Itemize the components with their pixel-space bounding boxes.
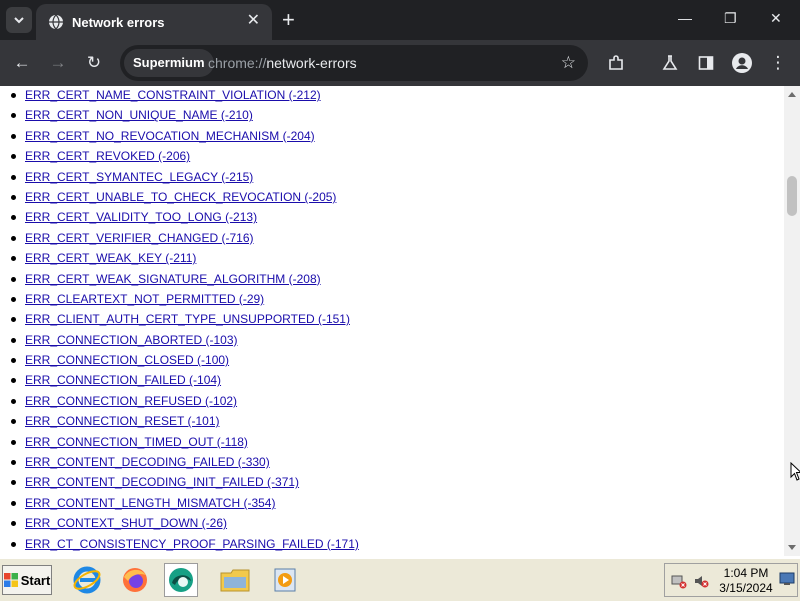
taskbar: Start 1:04 PM 3/15/2024: [0, 558, 800, 601]
media-player-icon[interactable]: [268, 563, 302, 597]
list-item: ERR_CERT_NAME_CONSTRAINT_VIOLATION (-212…: [0, 86, 784, 106]
list-item: ERR_CERT_WEAK_SIGNATURE_ALGORITHM (-208): [0, 270, 784, 290]
url-host: network-errors: [266, 55, 357, 71]
error-list: ERR_CERT_NAME_CONSTRAINT_VIOLATION (-212…: [0, 86, 784, 555]
scrollbar-thumb[interactable]: [787, 176, 797, 216]
internet-explorer-icon[interactable]: [70, 563, 104, 597]
error-link[interactable]: ERR_CONNECTION_CLOSED (-100): [25, 351, 229, 369]
list-item: ERR_CLEARTEXT_NOT_PERMITTED (-29): [0, 290, 784, 310]
site-chip[interactable]: Supermium: [124, 49, 214, 77]
globe-icon: [49, 14, 63, 30]
error-link[interactable]: ERR_CLIENT_AUTH_CERT_TYPE_UNSUPPORTED (-…: [25, 310, 350, 328]
page-content: ERR_CERT_NAME_CONSTRAINT_VIOLATION (-212…: [0, 86, 784, 556]
error-link[interactable]: ERR_CERT_VERIFIER_CHANGED (-716): [25, 229, 254, 247]
error-link[interactable]: ERR_CERT_NAME_CONSTRAINT_VIOLATION (-212…: [25, 86, 321, 104]
file-explorer-icon[interactable]: [218, 563, 252, 597]
error-link[interactable]: ERR_CLEARTEXT_NOT_PERMITTED (-29): [25, 290, 264, 308]
minimize-button[interactable]: —: [678, 10, 692, 26]
clock-time: 1:04 PM: [723, 566, 769, 580]
tab-network-errors[interactable]: Network errors ✕: [36, 4, 272, 40]
error-link[interactable]: ERR_CONTENT_DECODING_INIT_FAILED (-371): [25, 473, 299, 491]
mouse-cursor-icon: [790, 462, 800, 481]
new-tab-button[interactable]: +: [282, 9, 295, 31]
browser-toolbar: ← → ↻ Supermium chrome://network-errors …: [0, 40, 800, 86]
back-button[interactable]: ←: [12, 53, 32, 73]
restore-button[interactable]: ❐: [724, 10, 737, 27]
error-link[interactable]: ERR_CONNECTION_FAILED (-104): [25, 371, 221, 389]
error-link[interactable]: ERR_CERT_VALIDITY_TOO_LONG (-213): [25, 208, 257, 226]
volume-muted-icon[interactable]: [693, 573, 709, 589]
list-item: ERR_CERT_NO_REVOCATION_MECHANISM (-204): [0, 127, 784, 147]
chevron-down-icon: [14, 17, 24, 24]
side-panel-icon[interactable]: [696, 53, 716, 73]
list-item: ERR_CONTEXT_SHUT_DOWN (-26): [0, 514, 784, 534]
start-button[interactable]: Start: [2, 565, 52, 595]
error-link[interactable]: ERR_CONTENT_DECODING_FAILED (-330): [25, 453, 270, 471]
clock[interactable]: 1:04 PM 3/15/2024: [713, 566, 779, 596]
list-item: ERR_CONNECTION_TIMED_OUT (-118): [0, 433, 784, 453]
error-link[interactable]: ERR_CT_CONSISTENCY_PROOF_PARSING_FAILED …: [25, 535, 359, 553]
error-link[interactable]: ERR_CERT_SYMANTEC_LEGACY (-215): [25, 168, 253, 186]
list-item: ERR_CONTENT_DECODING_FAILED (-330): [0, 453, 784, 473]
start-label: Start: [20, 572, 51, 588]
forward-button[interactable]: →: [48, 53, 68, 73]
list-item: ERR_CERT_NON_UNIQUE_NAME (-210): [0, 106, 784, 126]
list-item: ERR_CERT_WEAK_KEY (-211): [0, 249, 784, 269]
list-item: ERR_CONNECTION_FAILED (-104): [0, 371, 784, 391]
extensions-icon[interactable]: [606, 53, 626, 73]
bookmark-star-icon[interactable]: ☆: [561, 53, 576, 73]
error-link[interactable]: ERR_CERT_WEAK_SIGNATURE_ALGORITHM (-208): [25, 270, 321, 288]
url-scheme: chrome://: [208, 55, 267, 71]
list-item: ERR_CONNECTION_CLOSED (-100): [0, 351, 784, 371]
list-item: ERR_CLIENT_AUTH_CERT_TYPE_UNSUPPORTED (-…: [0, 310, 784, 330]
error-link[interactable]: ERR_CERT_REVOKED (-206): [25, 147, 190, 165]
labs-flask-icon[interactable]: [660, 53, 680, 73]
system-tray: 1:04 PM 3/15/2024: [664, 563, 798, 597]
address-bar[interactable]: Supermium chrome://network-errors ☆: [120, 45, 588, 81]
error-link[interactable]: ERR_CERT_NON_UNIQUE_NAME (-210): [25, 106, 253, 124]
list-item: ERR_CONNECTION_RESET (-101): [0, 412, 784, 432]
list-item: ERR_CERT_UNABLE_TO_CHECK_REVOCATION (-20…: [0, 188, 784, 208]
error-link[interactable]: ERR_CERT_NO_REVOCATION_MECHANISM (-204): [25, 127, 315, 145]
url-text[interactable]: chrome://network-errors: [208, 45, 357, 81]
error-link[interactable]: ERR_CERT_WEAK_KEY (-211): [25, 249, 196, 267]
error-link[interactable]: ERR_CONNECTION_RESET (-101): [25, 412, 219, 430]
error-link[interactable]: ERR_CONNECTION_TIMED_OUT (-118): [25, 433, 248, 451]
tab-search-button[interactable]: [6, 7, 32, 33]
list-item: ERR_CONNECTION_ABORTED (-103): [0, 331, 784, 351]
error-link[interactable]: ERR_CONNECTION_ABORTED (-103): [25, 331, 237, 349]
supermium-browser-icon[interactable]: [164, 563, 198, 597]
scroll-down-arrow-icon[interactable]: [788, 545, 796, 550]
reload-button[interactable]: ↻: [84, 53, 104, 73]
profile-avatar-icon[interactable]: [732, 53, 752, 73]
list-item: ERR_CONNECTION_REFUSED (-102): [0, 392, 784, 412]
list-item: ERR_CERT_VERIFIER_CHANGED (-716): [0, 229, 784, 249]
tab-strip: Network errors ✕ + — ❐ ✕: [0, 0, 800, 40]
list-item: ERR_CERT_VALIDITY_TOO_LONG (-213): [0, 208, 784, 228]
list-item: ERR_CERT_REVOKED (-206): [0, 147, 784, 167]
tab-title: Network errors: [72, 14, 165, 30]
network-disconnected-icon[interactable]: [671, 573, 687, 589]
firefox-icon[interactable]: [118, 563, 152, 597]
list-item: ERR_CONTENT_LENGTH_MISMATCH (-354): [0, 494, 784, 514]
error-link[interactable]: ERR_CONTEXT_SHUT_DOWN (-26): [25, 514, 227, 532]
close-window-button[interactable]: ✕: [770, 10, 782, 27]
list-item: ERR_CERT_SYMANTEC_LEGACY (-215): [0, 168, 784, 188]
list-item: ERR_CT_CONSISTENCY_PROOF_PARSING_FAILED …: [0, 535, 784, 555]
windows-logo-icon: [3, 573, 18, 587]
error-link[interactable]: ERR_CONNECTION_REFUSED (-102): [25, 392, 237, 410]
show-desktop-icon[interactable]: [779, 572, 795, 586]
tab-close-icon[interactable]: ✕: [247, 13, 260, 29]
list-item: ERR_CONTENT_DECODING_INIT_FAILED (-371): [0, 473, 784, 493]
error-link[interactable]: ERR_CERT_UNABLE_TO_CHECK_REVOCATION (-20…: [25, 188, 336, 206]
clock-date: 3/15/2024: [719, 581, 773, 595]
scroll-up-arrow-icon[interactable]: [788, 92, 796, 97]
menu-button[interactable]: ⋮: [768, 53, 788, 73]
vertical-scrollbar[interactable]: [784, 86, 800, 556]
error-link[interactable]: ERR_CONTENT_LENGTH_MISMATCH (-354): [25, 494, 275, 512]
